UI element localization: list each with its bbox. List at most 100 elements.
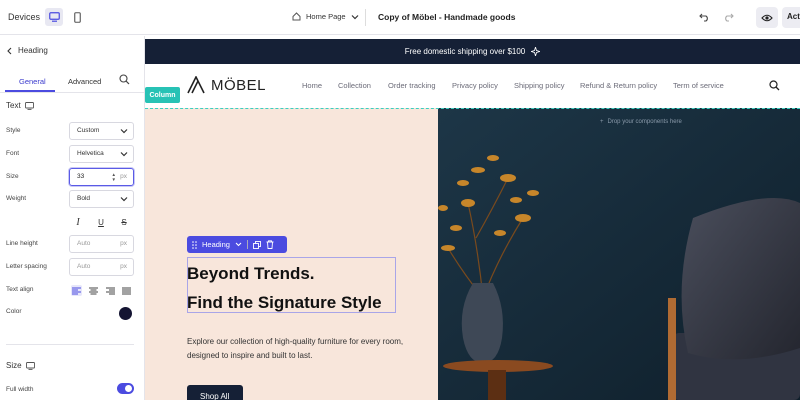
line-height-label: Line height xyxy=(6,240,38,247)
trash-icon[interactable] xyxy=(266,240,274,249)
drop-hint-text: Drop your components here xyxy=(607,119,682,125)
size-label: Size xyxy=(6,173,19,180)
full-width-toggle[interactable] xyxy=(117,383,134,394)
nav-link-privacy-policy[interactable]: Privacy policy xyxy=(452,81,498,90)
font-value: Helvetica xyxy=(77,150,104,157)
nav-link-shipping-policy[interactable]: Shipping policy xyxy=(514,81,564,90)
chevron-left-icon xyxy=(7,47,12,54)
align-justify-button[interactable] xyxy=(121,285,132,296)
weight-value: Bold xyxy=(77,195,91,202)
column-badge[interactable]: Column xyxy=(145,87,180,103)
publish-button[interactable]: Act xyxy=(782,7,800,28)
announcement-bar: Free domestic shipping over $100 xyxy=(145,39,800,64)
color-swatch[interactable] xyxy=(119,307,132,320)
element-type-label[interactable]: Heading xyxy=(202,240,230,249)
align-left-icon xyxy=(72,287,81,294)
nav-link-home[interactable]: Home xyxy=(302,81,322,90)
align-right-icon xyxy=(106,287,115,294)
hero-photo-illustration xyxy=(438,108,800,400)
eye-icon xyxy=(761,14,773,21)
hero-heading[interactable]: Beyond Trends. Find the Signature Style xyxy=(187,259,427,317)
announcement-text: Free domestic shipping over $100 xyxy=(404,47,526,56)
tabs-divider xyxy=(0,92,144,93)
chevron-down-icon[interactable] xyxy=(235,242,242,247)
stepper-down-icon[interactable]: ▼ xyxy=(112,177,116,182)
weight-select[interactable]: Bold xyxy=(69,190,134,208)
size-section-label: Size xyxy=(6,361,22,370)
page-name: Home Page xyxy=(306,12,346,21)
search-icon xyxy=(119,74,130,85)
align-left-button[interactable] xyxy=(71,285,82,296)
style-select[interactable]: Custom xyxy=(69,122,134,140)
style-label: Style xyxy=(6,127,21,134)
tab-advanced[interactable]: Advanced xyxy=(68,77,101,86)
color-label: Color xyxy=(6,308,22,315)
redo-icon xyxy=(724,13,734,22)
desktop-icon xyxy=(25,361,35,370)
font-label: Font xyxy=(6,150,20,157)
nav-link-collection[interactable]: Collection xyxy=(338,81,371,90)
tab-general[interactable]: General xyxy=(19,77,46,86)
chevron-down-icon xyxy=(351,14,359,19)
nav-link-order-tracking[interactable]: Order tracking xyxy=(388,81,436,90)
chevron-down-icon xyxy=(120,129,128,134)
style-value: Custom xyxy=(77,127,100,134)
undo-icon xyxy=(698,13,708,22)
heading-element-toolbar[interactable]: Heading xyxy=(187,236,287,253)
preview-button[interactable] xyxy=(756,7,778,28)
desktop-icon xyxy=(24,101,34,110)
hero-description[interactable]: Explore our collection of high-quality f… xyxy=(187,335,417,363)
plus-icon: + xyxy=(600,119,604,125)
top-bar: Devices Home Page Copy of Möbel - Handma… xyxy=(0,0,800,35)
underline-icon[interactable]: U xyxy=(96,218,106,227)
search-icon[interactable] xyxy=(769,80,780,91)
text-section-title: Text xyxy=(6,101,34,110)
nav-link-refund-policy[interactable]: Refund & Return policy xyxy=(580,81,657,90)
drop-zone-hint[interactable]: + Drop your components here xyxy=(600,119,682,125)
shop-all-button[interactable]: Shop All xyxy=(187,385,243,400)
letter-spacing-placeholder: Auto xyxy=(77,263,91,270)
drag-handle-icon[interactable] xyxy=(192,240,197,249)
font-select[interactable]: Helvetica xyxy=(69,145,134,163)
desktop-icon xyxy=(48,12,60,22)
line-height-input[interactable]: Auto px xyxy=(69,235,134,253)
properties-panel: Heading General Advanced Text Style Cust… xyxy=(0,36,145,400)
undo-button[interactable] xyxy=(697,10,711,24)
panel-divider xyxy=(6,344,134,345)
column-guide-line xyxy=(145,108,800,109)
editor-canvas: Free domestic shipping over $100 MÖBEL H… xyxy=(145,36,800,400)
size-unit: px xyxy=(120,173,127,180)
toolbar-separator xyxy=(246,240,248,249)
panel-title: Heading xyxy=(18,46,48,55)
duplicate-icon[interactable] xyxy=(253,240,261,249)
italic-icon[interactable]: I xyxy=(73,217,83,228)
align-center-button[interactable] xyxy=(88,285,99,296)
full-width-label: Full width xyxy=(6,386,34,393)
hero-image xyxy=(438,108,800,400)
redo-button[interactable] xyxy=(721,10,735,24)
mobile-view-button[interactable] xyxy=(68,8,86,26)
strikethrough-icon[interactable]: S xyxy=(119,218,129,227)
toggle-knob xyxy=(125,385,132,392)
desktop-view-button[interactable] xyxy=(45,8,63,26)
sparkle-icon xyxy=(531,47,541,56)
search-button[interactable] xyxy=(119,74,130,87)
line-height-unit: px xyxy=(120,240,127,247)
toolbar-divider xyxy=(365,9,366,26)
back-button[interactable]: Heading xyxy=(7,46,48,55)
hero-heading-line-1: Beyond Trends. xyxy=(187,264,315,283)
devices-label: Devices xyxy=(8,12,41,22)
hero-heading-line-2: Find the Signature Style xyxy=(187,293,382,312)
align-right-button[interactable] xyxy=(105,285,116,296)
chevron-down-icon xyxy=(120,152,128,157)
letter-spacing-unit: px xyxy=(120,263,127,270)
size-stepper[interactable]: ▲ ▼ xyxy=(112,172,116,182)
weight-label: Weight xyxy=(6,195,27,202)
home-icon xyxy=(292,12,301,21)
font-size-value: 33 xyxy=(77,173,85,180)
logo-text[interactable]: MÖBEL xyxy=(211,77,266,94)
page-selector[interactable]: Home Page xyxy=(292,12,359,21)
font-size-input[interactable]: 33 ▲ ▼ px xyxy=(69,168,134,186)
nav-link-term-of-service[interactable]: Term of service xyxy=(673,81,724,90)
letter-spacing-input[interactable]: Auto px xyxy=(69,258,134,276)
